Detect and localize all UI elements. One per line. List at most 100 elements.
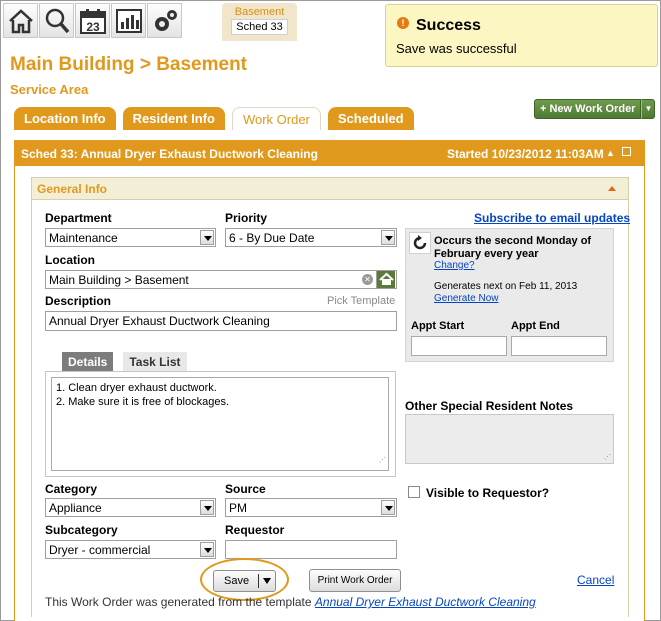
change-link[interactable]: Change? (434, 260, 475, 271)
panel-title: Sched 33: Annual Dryer Exhaust Ductwork … (21, 147, 318, 161)
requestor-label: Requestor (225, 523, 285, 537)
schedule-occurrence: Occurs the second Monday of February eve… (434, 235, 592, 260)
page-subtitle: Service Area (10, 82, 89, 97)
clear-icon[interactable]: ✕ (362, 274, 373, 285)
description-input[interactable]: Annual Dryer Exhaust Ductwork Cleaning (45, 311, 397, 331)
template-link[interactable]: Annual Dryer Exhaust Ductwork Cleaning (315, 595, 536, 609)
new-work-order-label[interactable]: + New Work Order (534, 99, 642, 119)
tab-scheduled[interactable]: Scheduled (327, 107, 414, 130)
new-work-order-button[interactable]: + New Work Order ▼ (534, 99, 656, 119)
resize-grip-icon[interactable]: ⋰ (604, 453, 611, 461)
source-value: PM (229, 501, 247, 515)
general-info-title: General Info (37, 182, 108, 196)
chevron-down-icon[interactable] (200, 230, 214, 245)
requestor-input[interactable] (225, 540, 397, 559)
chevron-down-icon[interactable] (200, 542, 214, 557)
search-icon (45, 8, 69, 33)
footer-note: This Work Order was generated from the t… (45, 595, 536, 609)
schedule-box: Occurs the second Monday of February eve… (405, 228, 614, 362)
details-line: 2. Make sure it is free of blockages. (56, 396, 230, 408)
location-tab-name: Basement (234, 6, 285, 18)
search-button[interactable] (39, 3, 74, 38)
tab-work-order[interactable]: Work Order (231, 107, 321, 130)
generate-now-link[interactable]: Generate Now (434, 293, 498, 304)
category-label: Category (45, 482, 98, 496)
source-select[interactable]: PM (225, 498, 397, 517)
subcategory-label: Subcategory (45, 523, 118, 537)
panel-started: Started 10/23/2012 11:03AM (447, 147, 604, 161)
save-label: Save (224, 575, 250, 587)
reports-icon (115, 8, 142, 33)
source-label: Source (225, 482, 266, 496)
details-textarea[interactable]: 1. Clean dryer exhaust ductwork. 2. Make… (51, 377, 389, 471)
calendar-day: 23 (86, 20, 100, 34)
pick-template-link[interactable]: Pick Template (327, 295, 395, 307)
tab-resident-info[interactable]: Resident Info (122, 107, 225, 130)
settings-icon (154, 9, 177, 31)
department-select[interactable]: Maintenance (45, 228, 216, 247)
tab-location-info[interactable]: Location Info (14, 107, 116, 130)
notes-label: Other Special Resident Notes (405, 399, 574, 413)
footer-text: This Work Order was generated from the t… (45, 595, 312, 609)
details-line: 1. Clean dryer exhaust ductwork. (56, 382, 217, 394)
reports-button[interactable] (111, 3, 146, 38)
visible-to-requestor-checkbox[interactable] (408, 486, 420, 498)
settings-button[interactable] (147, 3, 182, 38)
new-work-order-dropdown[interactable]: ▼ (641, 99, 656, 119)
cancel-link[interactable]: Cancel (577, 573, 614, 587)
panel-header: Sched 33: Annual Dryer Exhaust Ductwork … (15, 141, 644, 166)
priority-select[interactable]: 6 - By Due Date (225, 228, 397, 247)
appt-end-label: Appt End (511, 320, 560, 332)
department-value: Maintenance (49, 231, 118, 245)
toast-title: Success (416, 17, 481, 34)
save-button[interactable]: Save (213, 570, 276, 592)
collapse-icon[interactable]: ▲ (606, 148, 615, 158)
category-select[interactable]: Appliance (45, 498, 216, 517)
print-work-order-button[interactable]: Print Work Order (309, 569, 401, 592)
chevron-down-icon[interactable] (263, 578, 271, 584)
notes-textarea[interactable]: ⋰ (405, 414, 614, 464)
visible-to-requestor-label: Visible to Requestor? (426, 486, 550, 500)
calendar-icon: 23 (79, 8, 106, 34)
appt-end-input[interactable] (511, 336, 607, 356)
toast-message: Save was successful (396, 41, 517, 56)
description-label: Description (45, 294, 112, 308)
chevron-down-icon[interactable] (200, 500, 214, 515)
generates-next: Generates next on Feb 11, 2013 (434, 281, 578, 292)
main-tabs: Location Info Resident Info Work Order S… (14, 107, 414, 130)
location-tab-badge: Sched 33 (231, 19, 288, 35)
calendar-button[interactable]: 23 (75, 3, 110, 38)
tab-task-list[interactable]: Task List (123, 352, 187, 372)
subcategory-value: Dryer - commercial (49, 543, 151, 557)
home-icon (379, 272, 394, 285)
resize-grip-icon[interactable]: ⋰ (379, 454, 386, 468)
priority-value: 6 - By Due Date (229, 231, 315, 245)
page-title: Main Building > Basement (10, 54, 248, 75)
location-input[interactable]: Main Building > Basement ✕ (45, 270, 397, 289)
collapse-caret-icon[interactable] (608, 186, 616, 191)
recurring-icon (409, 232, 431, 254)
location-tab[interactable]: Basement Sched 33 (222, 3, 297, 41)
popout-icon[interactable] (622, 147, 631, 156)
chevron-down-icon[interactable] (381, 230, 395, 245)
appt-start-label: Appt Start (411, 320, 465, 332)
location-value: Main Building > Basement (49, 273, 189, 287)
home-button[interactable] (3, 3, 38, 38)
details-box: 1. Clean dryer exhaust ductwork. 2. Make… (45, 371, 396, 477)
location-label: Location (45, 253, 95, 267)
description-value: Annual Dryer Exhaust Ductwork Cleaning (49, 314, 270, 328)
details-tabs: Details Task List (62, 352, 187, 372)
subcategory-select[interactable]: Dryer - commercial (45, 540, 216, 559)
button-divider (258, 574, 259, 588)
refresh-icon (413, 235, 427, 250)
chevron-down-icon[interactable] (381, 500, 395, 515)
department-label: Department (45, 211, 112, 225)
home-location-button[interactable] (376, 271, 395, 288)
tab-details[interactable]: Details (62, 352, 114, 372)
general-info-header[interactable]: General Info (32, 178, 628, 200)
category-value: Appliance (49, 501, 102, 515)
appt-start-input[interactable] (411, 336, 507, 356)
success-toast: ! Success Save was successful (385, 4, 658, 67)
info-icon: ! (397, 17, 409, 29)
subscribe-link[interactable]: Subscribe to email updates (474, 211, 630, 225)
